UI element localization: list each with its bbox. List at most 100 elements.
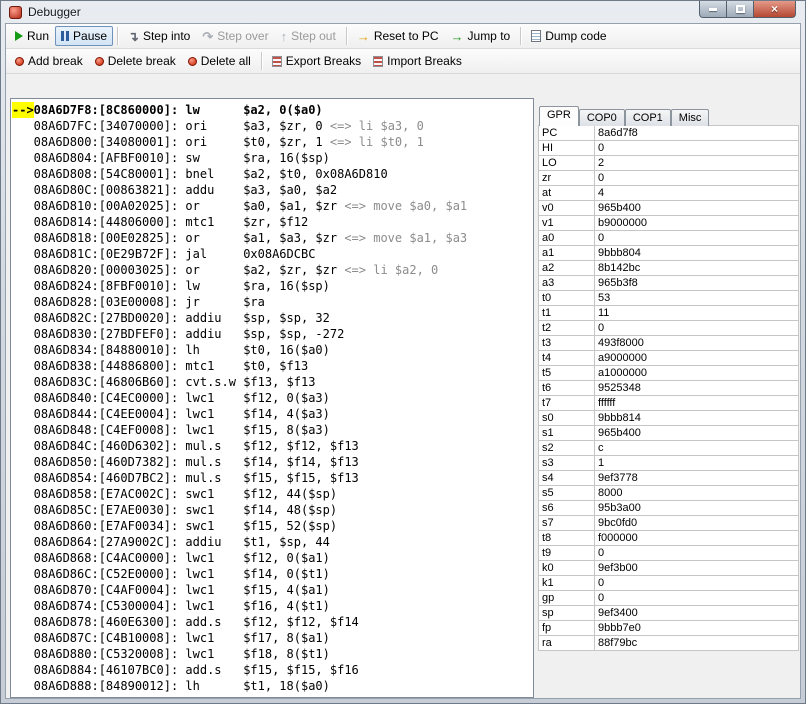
tab-cop1[interactable]: COP1 [625, 109, 671, 126]
register-value[interactable]: 9525348 [595, 381, 799, 396]
dump-code-button[interactable]: Dump code [525, 26, 612, 46]
step-over-button[interactable]: ↷ Step over [196, 26, 274, 46]
register-value[interactable]: 965b400 [595, 426, 799, 441]
register-value[interactable]: a9000000 [595, 351, 799, 366]
disassembly-line[interactable]: 08A6D854:[460D7BC2]: mul.s$f15, $f15, $f… [12, 470, 533, 486]
register-value[interactable]: 95b3a00 [595, 501, 799, 516]
disassembly-line[interactable]: 08A6D814:[44806000]: mtc1$zr, $f12 [12, 214, 533, 230]
disassembly-line[interactable]: 08A6D82C:[27BD0020]: addiu$sp, $sp, 32 [12, 310, 533, 326]
register-value[interactable]: 88f79bc [595, 636, 799, 651]
register-row: a28b142bc [539, 261, 799, 276]
register-value[interactable]: 9bbb804 [595, 246, 799, 261]
register-value[interactable]: 0 [595, 141, 799, 156]
tab-misc[interactable]: Misc [671, 109, 710, 126]
disassembly-line[interactable]: 08A6D83C:[46806B60]: cvt.s.w$f13, $f13 [12, 374, 533, 390]
disassembly-line[interactable]: 08A6D870:[C4AF0004]: lwc1$f15, 4($a1) [12, 582, 533, 598]
disassembly-line[interactable]: 08A6D85C:[E7AE0030]: swc1$f14, 48($sp) [12, 502, 533, 518]
register-value[interactable]: 9ef3778 [595, 471, 799, 486]
step-out-button[interactable]: ↑ Step out [275, 26, 342, 46]
disassembly-line[interactable]: 08A6D86C:[C52E0000]: lwc1$f14, 0($t1) [12, 566, 533, 582]
register-value[interactable]: 8b142bc [595, 261, 799, 276]
tab-cop0[interactable]: COP0 [579, 109, 625, 126]
minimize-button[interactable] [699, 1, 727, 18]
disassembly-line[interactable]: 08A6D81C:[0E29B72F]: jal0x08A6DCBC [12, 246, 533, 262]
titlebar[interactable]: Debugger × [1, 1, 805, 23]
pause-button[interactable]: Pause [55, 26, 113, 46]
register-value[interactable]: 53 [595, 291, 799, 306]
import-breaks-button[interactable]: Import Breaks [367, 51, 468, 71]
disassembly-panel[interactable]: -->08A6D7F8:[8C860000]: lw$a2, 0($a0)08A… [10, 98, 534, 698]
register-row: a00 [539, 231, 799, 246]
disassembly-line[interactable]: 08A6D830:[27BDFEF0]: addiu$sp, $sp, -272 [12, 326, 533, 342]
delete-break-button[interactable]: Delete break [89, 51, 182, 71]
register-value[interactable]: 9bc0fd0 [595, 516, 799, 531]
register-value[interactable]: 965b3f8 [595, 276, 799, 291]
step-into-button[interactable]: ↴ Step into [122, 26, 196, 46]
register-value[interactable]: 8000 [595, 486, 799, 501]
delete-all-button[interactable]: Delete all [182, 51, 257, 71]
register-value[interactable]: 11 [595, 306, 799, 321]
register-value[interactable]: 0 [595, 576, 799, 591]
disassembly-line[interactable]: 08A6D828:[03E00008]: jr$ra [12, 294, 533, 310]
disassembly-line[interactable]: 08A6D868:[C4AC0000]: lwc1$f12, 0($a1) [12, 550, 533, 566]
disassembly-line[interactable]: 08A6D850:[460D7382]: mul.s$f14, $f14, $f… [12, 454, 533, 470]
register-value[interactable]: b9000000 [595, 216, 799, 231]
register-value[interactable]: ffffff [595, 396, 799, 411]
disassembly-line[interactable]: 08A6D878:[460E6300]: add.s$f12, $f12, $f… [12, 614, 533, 630]
register-value[interactable]: 9ef3400 [595, 606, 799, 621]
disassembly-line[interactable]: 08A6D844:[C4EE0004]: lwc1$f14, 4($a3) [12, 406, 533, 422]
disassembly-line[interactable]: 08A6D818:[00E02825]: or$a1, $a3, $zr <=>… [12, 230, 533, 246]
disassembly-line[interactable]: 08A6D884:[46107BC0]: add.s$f15, $f15, $f… [12, 662, 533, 678]
disassembly-line[interactable]: 08A6D834:[84880010]: lh$t0, 16($a0) [12, 342, 533, 358]
register-value[interactable]: 0 [595, 321, 799, 336]
disassembly-line[interactable]: 08A6D84C:[460D6302]: mul.s$f12, $f12, $f… [12, 438, 533, 454]
register-value[interactable]: 9bbb7e0 [595, 621, 799, 636]
disassembly-line[interactable]: 08A6D800:[34080001]: ori$t0, $zr, 1 <=> … [12, 134, 533, 150]
register-value[interactable]: 0 [595, 591, 799, 606]
disassembly-line[interactable]: 08A6D864:[27A9002C]: addiu$t1, $sp, 44 [12, 534, 533, 550]
export-breaks-button[interactable]: Export Breaks [266, 51, 367, 71]
operands: $zr, $f12 [243, 215, 308, 229]
run-button[interactable]: Run [9, 26, 55, 46]
disassembly-line[interactable]: 08A6D874:[C5300004]: lwc1$f16, 4($t1) [12, 598, 533, 614]
jump-to-button[interactable]: → Jump to [445, 26, 517, 46]
disassembly-line[interactable]: -->08A6D7F8:[8C860000]: lw$a2, 0($a0) [12, 102, 533, 118]
disassembly-line[interactable]: 08A6D848:[C4EF0008]: lwc1$f15, 8($a3) [12, 422, 533, 438]
register-value[interactable]: 9ef3b00 [595, 561, 799, 576]
disassembly-line[interactable]: 08A6D820:[00003025]: or$a2, $zr, $zr <=>… [12, 262, 533, 278]
add-break-button[interactable]: Add break [9, 51, 89, 71]
register-value[interactable]: 493f8000 [595, 336, 799, 351]
register-value[interactable]: 4 [595, 186, 799, 201]
maximize-button[interactable] [727, 1, 754, 18]
disassembly-line[interactable]: 08A6D824:[8FBF0010]: lw$ra, 16($sp) [12, 278, 533, 294]
close-button[interactable]: × [754, 1, 796, 18]
tab-gpr[interactable]: GPR [539, 106, 579, 126]
register-value[interactable]: 0 [595, 171, 799, 186]
disassembly-line[interactable]: 08A6D810:[00A02025]: or$a0, $a1, $zr <=>… [12, 198, 533, 214]
disassembly-line[interactable]: 08A6D858:[E7AC002C]: swc1$f12, 44($sp) [12, 486, 533, 502]
mnemonic: or [185, 262, 243, 278]
register-value[interactable]: 0 [595, 546, 799, 561]
register-value[interactable]: c [595, 441, 799, 456]
address-opcode: 08A6D84C:[460D6302]: [34, 439, 186, 453]
disassembly-line[interactable]: 08A6D838:[44886800]: mtc1$t0, $f13 [12, 358, 533, 374]
register-value[interactable]: 9bbb814 [595, 411, 799, 426]
disassembly-line[interactable]: 08A6D804:[AFBF0010]: sw$ra, 16($sp) [12, 150, 533, 166]
disassembly-line[interactable]: 08A6D87C:[C4B10008]: lwc1$f17, 8($a1) [12, 630, 533, 646]
register-value[interactable]: f000000 [595, 531, 799, 546]
disassembly-line[interactable]: 08A6D888:[84890012]: lh$t1, 18($a0) [12, 678, 533, 694]
register-value[interactable]: 965b400 [595, 201, 799, 216]
register-value[interactable]: 1 [595, 456, 799, 471]
register-value[interactable]: 2 [595, 156, 799, 171]
register-value[interactable]: a1000000 [595, 366, 799, 381]
register-value[interactable]: 8a6d7f8 [595, 126, 799, 141]
disassembly-line[interactable]: 08A6D840:[C4EC0000]: lwc1$f12, 0($a3) [12, 390, 533, 406]
disassembly-line[interactable]: 08A6D808:[54C80001]: bnel$a2, $t0, 0x08A… [12, 166, 533, 182]
disassembly-line[interactable]: 08A6D7FC:[34070000]: ori$a3, $zr, 0 <=> … [12, 118, 533, 134]
disassembly-line[interactable]: 08A6D860:[E7AF0034]: swc1$f15, 52($sp) [12, 518, 533, 534]
disassembly-line[interactable]: 08A6D80C:[00863821]: addu$a3, $a0, $a2 [12, 182, 533, 198]
reset-to-pc-button[interactable]: → Reset to PC [351, 26, 445, 46]
disassembly-line[interactable]: 08A6D880:[C5320008]: lwc1$f18, 8($t1) [12, 646, 533, 662]
operands: $t0, $zr, 1 [243, 135, 322, 149]
register-value[interactable]: 0 [595, 231, 799, 246]
